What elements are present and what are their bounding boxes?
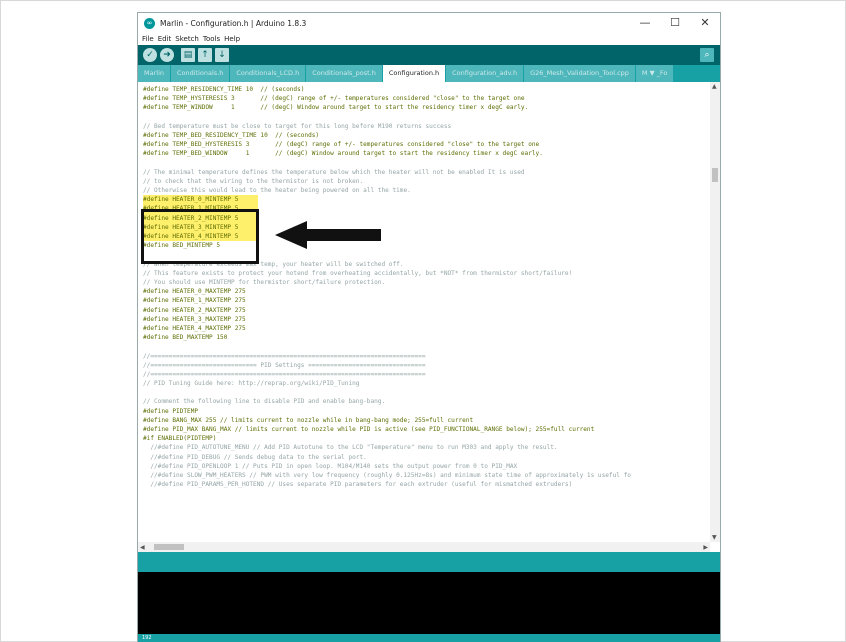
- code-line[interactable]: //======================================…: [143, 352, 703, 361]
- scroll-down-icon[interactable]: ▼: [712, 534, 717, 541]
- line-number: 192: [142, 635, 152, 641]
- magnifier-icon: ⌕: [704, 50, 710, 60]
- tab-marlin[interactable]: Marlin: [138, 65, 170, 82]
- code-line[interactable]: [143, 388, 703, 397]
- code-line[interactable]: #define HEATER_0_MINTEMP 5: [143, 195, 258, 205]
- code-line[interactable]: // Comment the following line to disable…: [143, 397, 703, 406]
- code-line[interactable]: //======================================…: [143, 370, 703, 379]
- code-line[interactable]: #define TEMP_BED_HYSTERESIS 3 // (degC) …: [143, 140, 703, 149]
- scroll-up-icon[interactable]: ▲: [712, 83, 717, 90]
- arduino-logo-icon: ∞: [144, 17, 155, 29]
- close-button[interactable]: ✕: [690, 13, 720, 33]
- code-line[interactable]: // The minimal temperature defines the t…: [143, 168, 703, 177]
- code-line[interactable]: [143, 159, 703, 168]
- menu-edit[interactable]: Edit: [158, 35, 172, 43]
- code-line[interactable]: // to check that the wiring to the therm…: [143, 177, 703, 186]
- save-button[interactable]: ↓: [215, 48, 229, 62]
- minimize-button[interactable]: —: [630, 13, 660, 33]
- code-line[interactable]: #define TEMP_HYSTERESIS 3 // (degC) rang…: [143, 94, 703, 103]
- pointer-arrow-icon: [275, 221, 381, 249]
- tab-configuration-adv[interactable]: Configuration_adv.h: [446, 65, 524, 82]
- code-line[interactable]: #define HEATER_0_MAXTEMP 275: [143, 287, 703, 296]
- code-line[interactable]: #define BANG_MAX 255 // limits current t…: [143, 416, 703, 425]
- code-line[interactable]: //#define PID_PARAMS_PER_HOTEND // Uses …: [143, 480, 703, 489]
- menu-file[interactable]: File: [142, 35, 154, 43]
- code-line[interactable]: #define HEATER_2_MAXTEMP 275: [143, 306, 703, 315]
- code-line[interactable]: #define HEATER_4_MAXTEMP 275: [143, 324, 703, 333]
- tab-conditionals-post[interactable]: Conditionals_post.h: [306, 65, 382, 82]
- new-button[interactable]: ▤: [181, 48, 195, 62]
- code-line[interactable]: // Otherwise this would lead to the heat…: [143, 186, 703, 195]
- maximize-button[interactable]: ☐: [660, 13, 690, 33]
- arrow-right-icon: ➜: [163, 50, 171, 60]
- serial-monitor-button[interactable]: ⌕: [700, 48, 714, 62]
- vertical-scroll-thumb[interactable]: [712, 168, 718, 182]
- code-line[interactable]: // PID Tuning Guide here: http://reprap.…: [143, 379, 703, 388]
- tab-more-dropdown[interactable]: M ▼ _Fo: [635, 65, 674, 82]
- code-line[interactable]: //============================= PID Sett…: [143, 361, 703, 370]
- tab-bar: Marlin Conditionals.h Conditionals_LCD.h…: [138, 65, 720, 82]
- code-line[interactable]: #if ENABLED(PIDTEMP): [143, 434, 703, 443]
- code-line[interactable]: #define TEMP_RESIDENCY_TIME 10 // (secon…: [143, 85, 703, 94]
- code-line[interactable]: //#define SLOW_PWM_HEATERS // PWM with v…: [143, 471, 703, 480]
- code-line[interactable]: #define HEATER_3_MAXTEMP 275: [143, 315, 703, 324]
- scroll-right-icon[interactable]: ▶: [703, 544, 708, 551]
- tab-conditionals-lcd[interactable]: Conditionals_LCD.h: [230, 65, 306, 82]
- status-bar: [138, 552, 720, 572]
- code-line[interactable]: [143, 342, 703, 351]
- window-title: Marlin - Configuration.h | Arduino 1.8.3: [160, 18, 307, 28]
- code-line[interactable]: #define TEMP_WINDOW 1 // (degC) Window a…: [143, 103, 703, 112]
- checkmark-icon: ✓: [146, 50, 154, 60]
- vertical-scrollbar[interactable]: ▲ ▼: [710, 82, 720, 542]
- code-editor[interactable]: #define TEMP_RESIDENCY_TIME 10 // (secon…: [138, 82, 720, 552]
- tab-g26-mesh[interactable]: G26_Mesh_Validation_Tool.cpp: [524, 65, 635, 82]
- tab-configuration[interactable]: Configuration.h: [382, 65, 446, 82]
- arrow-down-icon: ↓: [218, 50, 226, 60]
- code-line[interactable]: [143, 113, 703, 122]
- tab-conditionals[interactable]: Conditionals.h: [171, 65, 230, 82]
- verify-button[interactable]: ✓: [143, 48, 157, 62]
- code-line[interactable]: // This feature exists to protect your h…: [143, 269, 703, 278]
- horizontal-scrollbar[interactable]: ◀ ▶: [138, 542, 710, 552]
- toolbar: ✓ ➜ ▤ ↑ ↓ ⌕: [138, 45, 720, 65]
- new-file-icon: ▤: [183, 50, 193, 60]
- menu-tools[interactable]: Tools: [203, 35, 220, 43]
- upload-button[interactable]: ➜: [160, 48, 174, 62]
- footer-bar: 192: [138, 634, 720, 642]
- menu-bar: File Edit Sketch Tools Help: [138, 33, 720, 45]
- code-line[interactable]: #define PID_MAX BANG_MAX // limits curre…: [143, 425, 703, 434]
- highlight-callout-box: [141, 209, 259, 264]
- code-line[interactable]: //#define PID_AUTOTUNE_MENU // Add PID A…: [143, 443, 703, 452]
- scroll-left-icon[interactable]: ◀: [140, 544, 145, 551]
- menu-help[interactable]: Help: [224, 35, 240, 43]
- code-line[interactable]: #define PIDTEMP: [143, 407, 703, 416]
- code-line[interactable]: #define HEATER_1_MAXTEMP 275: [143, 296, 703, 305]
- arrow-up-icon: ↑: [201, 50, 209, 60]
- code-line[interactable]: #define BED_MAXTEMP 150: [143, 333, 703, 342]
- menu-sketch[interactable]: Sketch: [175, 35, 199, 43]
- code-area[interactable]: #define TEMP_RESIDENCY_TIME 10 // (secon…: [143, 85, 703, 489]
- code-line[interactable]: //#define PID_OPENLOOP 1 // Puts PID in …: [143, 462, 703, 471]
- code-line[interactable]: #define TEMP_BED_WINDOW 1 // (degC) Wind…: [143, 149, 703, 158]
- window-controls: — ☐ ✕: [630, 13, 720, 33]
- arduino-window: ∞ Marlin - Configuration.h | Arduino 1.8…: [138, 13, 720, 642]
- code-line[interactable]: #define TEMP_BED_RESIDENCY_TIME 10 // (s…: [143, 131, 703, 140]
- code-line[interactable]: // You should use MINTEMP for thermistor…: [143, 278, 703, 287]
- open-button[interactable]: ↑: [198, 48, 212, 62]
- title-bar: ∞ Marlin - Configuration.h | Arduino 1.8…: [138, 13, 720, 33]
- code-line[interactable]: //#define PID_DEBUG // Sends debug data …: [143, 453, 703, 462]
- horizontal-scroll-thumb[interactable]: [154, 544, 184, 550]
- code-line[interactable]: // Bed temperature must be close to targ…: [143, 122, 703, 131]
- console-output: [138, 572, 720, 634]
